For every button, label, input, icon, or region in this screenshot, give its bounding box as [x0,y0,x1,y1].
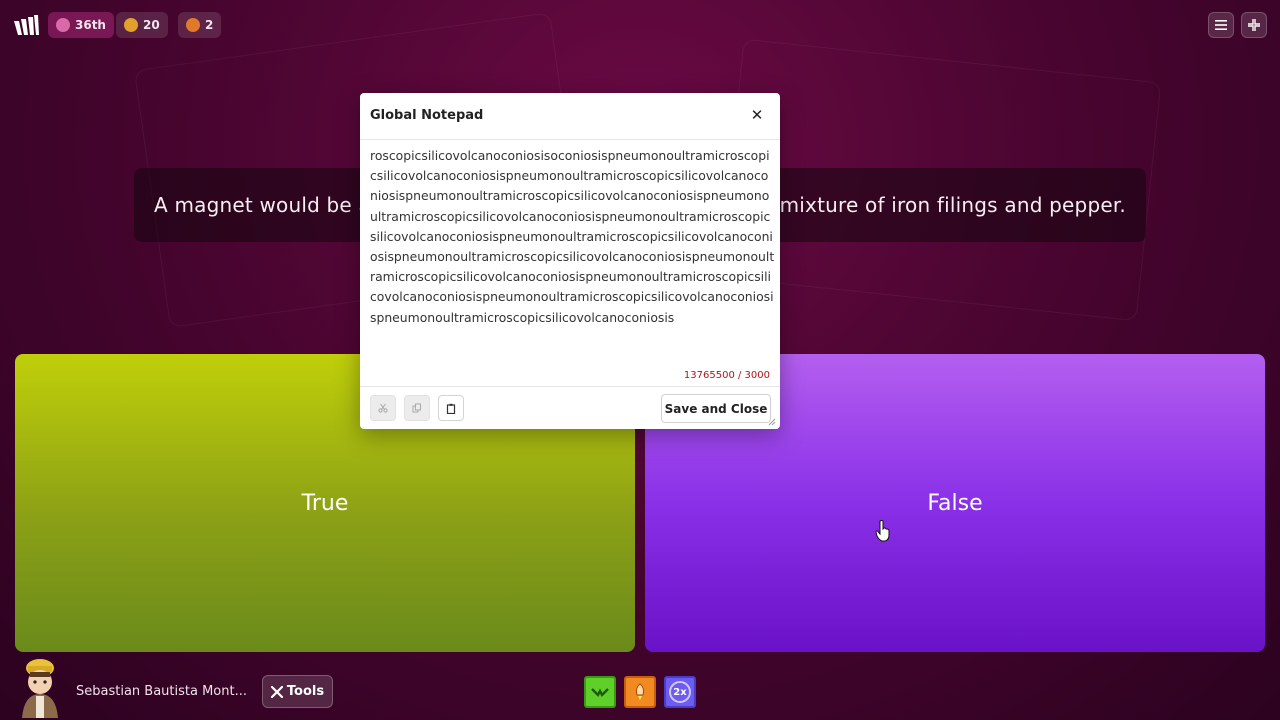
global-notepad-dialog: Global Notepad ✕ roscopicsilicovolcanoco… [360,93,780,429]
powerup-2x[interactable]: 2x [664,676,696,708]
answer-true-label: True [301,490,349,516]
notepad-divider [360,386,780,387]
tools-label: Tools [286,684,325,699]
coin-icon [124,18,138,32]
tools-icon [270,685,283,698]
player-name: Sebastian Bautista Mont... [76,684,247,699]
collapse-icon [1248,19,1260,31]
copy-button[interactable] [404,395,430,421]
paste-button[interactable] [438,395,464,421]
drops-badge: 2 [178,12,222,38]
powerup-rocket[interactable] [624,676,656,708]
medal-icon [56,18,70,32]
resize-handle-icon[interactable] [768,418,776,426]
tools-button[interactable]: Tools [262,675,333,708]
copy-icon [412,403,421,413]
coins-value: 20 [143,18,160,32]
notepad-header: Global Notepad ✕ [360,93,780,140]
question-text-right: a mixture of iron filings and pepper. [760,193,1126,217]
rank-badge: 36th [48,12,114,38]
top-bar: 36th 20 2 [0,0,1280,50]
double-icon [591,688,609,698]
close-icon[interactable]: ✕ [749,106,765,124]
hamburger-icon [1215,20,1227,30]
powerup-double[interactable] [584,676,616,708]
app-logo-icon [14,15,39,35]
drops-value: 2 [205,18,214,32]
menu-button[interactable] [1208,12,1234,38]
coins-badge: 20 [116,12,168,38]
collapse-button[interactable] [1241,12,1267,38]
save-and-close-button[interactable]: Save and Close [661,394,771,423]
answer-false-label: False [927,490,983,516]
notepad-title: Global Notepad [370,108,484,123]
rank-value: 36th [75,18,106,32]
flame-icon [186,18,200,32]
scissors-icon [378,403,388,413]
rocket-icon [635,683,645,700]
notepad-textarea[interactable]: roscopicsilicovolcanoconiosisoconiosispn… [370,146,776,368]
2x-icon: 2x [669,681,691,703]
hand-cursor-icon [875,520,890,542]
cut-button[interactable] [370,395,396,421]
character-counter: 13765500 / 3000 [683,370,770,381]
avatar [22,659,58,718]
question-text-left: A magnet would be a [154,193,371,217]
clipboard-icon [446,403,456,414]
